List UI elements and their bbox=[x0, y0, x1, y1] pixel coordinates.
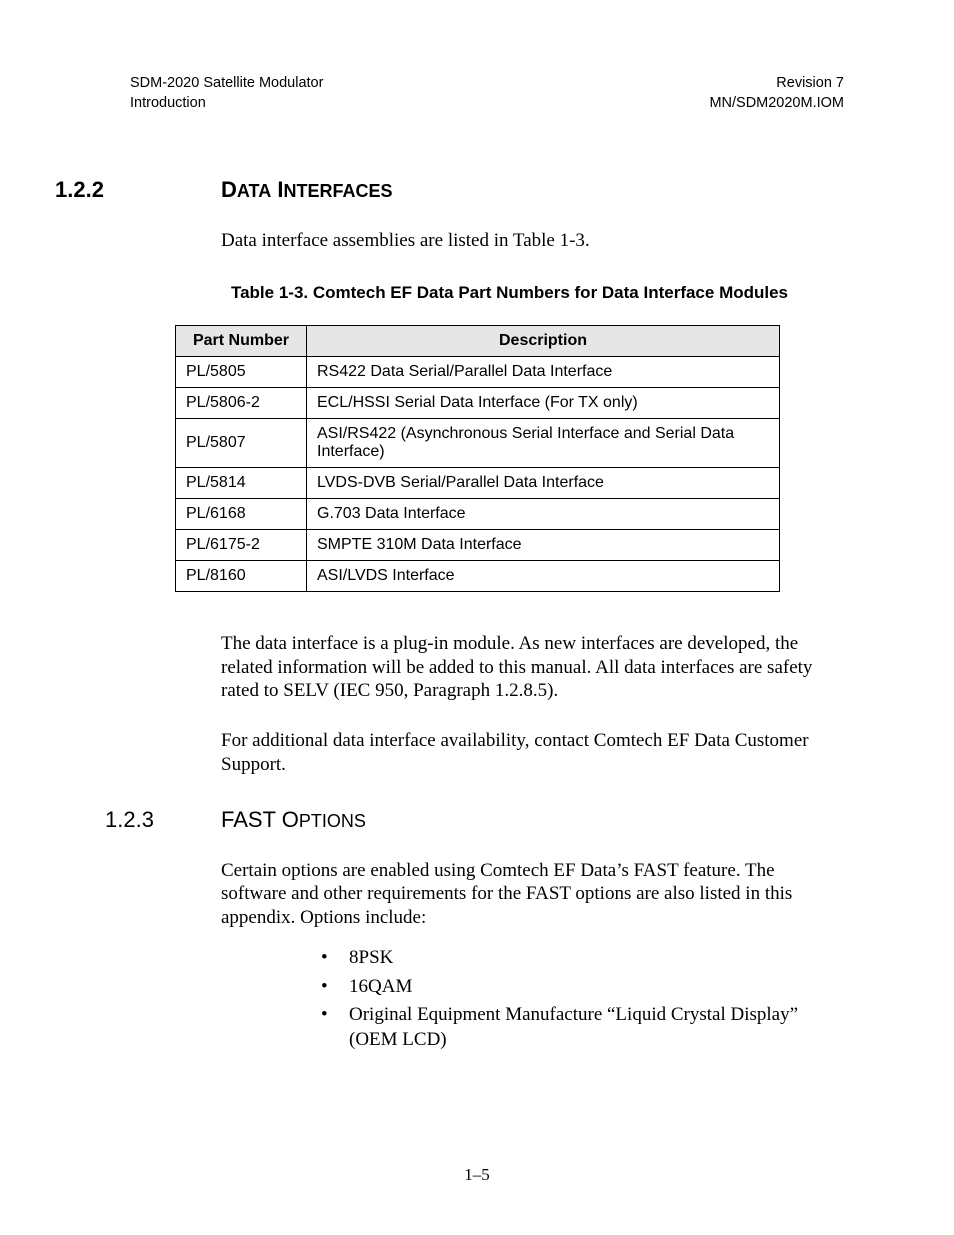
table-header-row: Part Number Description bbox=[176, 325, 780, 356]
section-heading-row: 1.2.3 FAST OPTIONS bbox=[55, 807, 824, 833]
section-heading-row: 1.2.2 DATA INTERFACES bbox=[55, 177, 824, 203]
options-list: 8PSK 16QAM Original Equipment Manufactur… bbox=[221, 946, 824, 1053]
title-rest2: NTERFACES bbox=[283, 181, 392, 201]
title-rest1: ATA bbox=[237, 181, 271, 201]
table-header-part-number: Part Number bbox=[176, 325, 307, 356]
section-title: DATA INTERFACES bbox=[221, 177, 392, 203]
cell-description: ECL/HSSI Serial Data Interface (For TX o… bbox=[307, 387, 780, 418]
cell-description: LVDS-DVB Serial/Parallel Data Interface bbox=[307, 467, 780, 498]
page: SDM-2020 Satellite Modulator Introductio… bbox=[0, 0, 954, 1235]
section-body: Certain options are enabled using Comtec… bbox=[221, 859, 824, 1053]
paragraph: For additional data interface availabili… bbox=[221, 729, 824, 777]
header-right: Revision 7 MN/SDM2020M.IOM bbox=[709, 74, 844, 113]
section-body-after-table: The data interface is a plug-in module. … bbox=[221, 632, 824, 777]
cell-part-number: PL/5814 bbox=[176, 467, 307, 498]
running-header: SDM-2020 Satellite Modulator Introductio… bbox=[130, 74, 844, 113]
intro-paragraph: Certain options are enabled using Comtec… bbox=[221, 859, 824, 930]
header-left: SDM-2020 Satellite Modulator Introductio… bbox=[130, 74, 323, 113]
table-caption: Table 1-3. Comtech EF Data Part Numbers … bbox=[175, 283, 844, 303]
table-row: PL/6168 G.703 Data Interface bbox=[176, 498, 780, 529]
cell-description: RS422 Data Serial/Parallel Data Interfac… bbox=[307, 356, 780, 387]
header-right-line1: Revision 7 bbox=[709, 74, 844, 94]
table-row: PL/5814 LVDS-DVB Serial/Parallel Data In… bbox=[176, 467, 780, 498]
header-left-line1: SDM-2020 Satellite Modulator bbox=[130, 74, 323, 94]
cell-part-number: PL/5807 bbox=[176, 418, 307, 467]
cell-part-number: PL/6175-2 bbox=[176, 529, 307, 560]
header-left-line2: Introduction bbox=[130, 94, 323, 114]
table-row: PL/5807 ASI/RS422 (Asynchronous Serial I… bbox=[176, 418, 780, 467]
header-right-line2: MN/SDM2020M.IOM bbox=[709, 94, 844, 114]
section-1-2-3: 1.2.3 FAST OPTIONS Certain options are e… bbox=[55, 807, 824, 1053]
data-interface-table: Part Number Description PL/5805 RS422 Da… bbox=[175, 325, 780, 592]
section-number: 1.2.2 bbox=[55, 177, 221, 203]
cell-description: G.703 Data Interface bbox=[307, 498, 780, 529]
list-item: 16QAM bbox=[321, 975, 824, 1000]
table-row: PL/5805 RS422 Data Serial/Parallel Data … bbox=[176, 356, 780, 387]
cell-description: ASI/RS422 (Asynchronous Serial Interface… bbox=[307, 418, 780, 467]
list-item: Original Equipment Manufacture “Liquid C… bbox=[321, 1003, 824, 1052]
section-title: FAST OPTIONS bbox=[221, 807, 366, 833]
section-body: Data interface assemblies are listed in … bbox=[221, 229, 824, 253]
cell-part-number: PL/6168 bbox=[176, 498, 307, 529]
title-small: PTIONS bbox=[299, 811, 366, 831]
list-item: 8PSK bbox=[321, 946, 824, 971]
title-main: FAST O bbox=[221, 807, 299, 832]
cell-description: ASI/LVDS Interface bbox=[307, 560, 780, 591]
table-header-description: Description bbox=[307, 325, 780, 356]
table-row: PL/6175-2 SMPTE 310M Data Interface bbox=[176, 529, 780, 560]
intro-paragraph: Data interface assemblies are listed in … bbox=[221, 229, 824, 253]
section-1-2-2: 1.2.2 DATA INTERFACES Data interface ass… bbox=[55, 177, 824, 777]
section-number: 1.2.3 bbox=[105, 807, 221, 833]
page-number: 1–5 bbox=[0, 1165, 954, 1185]
table-row: PL/8160 ASI/LVDS Interface bbox=[176, 560, 780, 591]
paragraph: The data interface is a plug-in module. … bbox=[221, 632, 824, 703]
cell-description: SMPTE 310M Data Interface bbox=[307, 529, 780, 560]
title-cap1: D bbox=[221, 177, 237, 202]
cell-part-number: PL/5806-2 bbox=[176, 387, 307, 418]
cell-part-number: PL/5805 bbox=[176, 356, 307, 387]
cell-part-number: PL/8160 bbox=[176, 560, 307, 591]
table-row: PL/5806-2 ECL/HSSI Serial Data Interface… bbox=[176, 387, 780, 418]
